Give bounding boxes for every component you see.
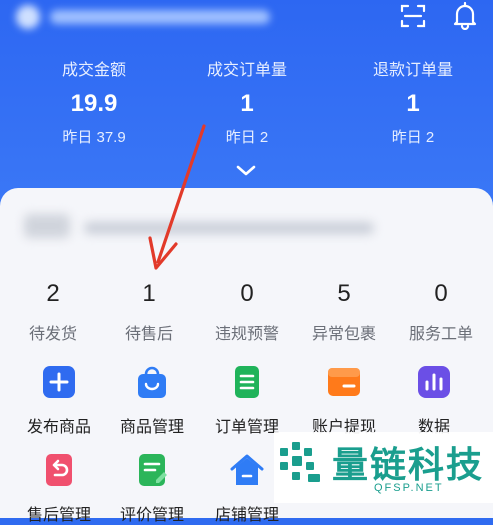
shop-icon <box>230 454 264 485</box>
watermark-domain: QFSP.NET <box>374 482 444 494</box>
stat-value: 1 <box>406 90 420 117</box>
stat-gmv[interactable]: 成交金额 19.9 昨日 37.9 <box>14 56 174 147</box>
order-count: 2 <box>46 280 60 307</box>
order-label: 违规预警 <box>214 326 279 343</box>
tool-review-management[interactable]: 评价管理 <box>102 452 202 525</box>
tool-publish-product[interactable]: 发布商品 <box>9 364 109 437</box>
order-icon <box>235 366 259 398</box>
order-label: 待售后 <box>124 326 173 343</box>
tool-account-withdraw[interactable]: 账户提现 <box>294 364 394 437</box>
stat-refunds[interactable]: 退款订单量 1 昨日 2 <box>333 56 493 147</box>
stat-orders[interactable]: 成交订单量 1 昨日 2 <box>167 56 327 147</box>
order-count: 1 <box>142 280 156 307</box>
bag-icon <box>138 366 166 398</box>
review-icon <box>139 454 167 486</box>
shop-name-placeholder <box>50 10 270 24</box>
wallet-icon <box>328 368 360 396</box>
watermark: 量链科技 QFSP.NET <box>274 432 493 503</box>
tool-label: 评价管理 <box>119 507 184 524</box>
tool-label: 商品管理 <box>119 419 184 436</box>
order-count: 5 <box>337 280 351 307</box>
order-status-item[interactable]: 0 违规预警 <box>197 280 297 344</box>
stat-label: 成交金额 <box>61 62 126 79</box>
tool-label: 发布商品 <box>26 419 91 436</box>
chart-icon <box>418 366 450 398</box>
shop-avatar <box>16 5 40 29</box>
stat-yesterday: 昨日 37.9 <box>62 129 126 146</box>
plus-icon <box>43 366 75 398</box>
notice-blurred <box>24 208 374 246</box>
shop-name-blurred <box>16 4 286 30</box>
order-count: 0 <box>434 280 448 307</box>
tool-data[interactable]: 数据 <box>384 364 484 437</box>
order-status-item[interactable]: 0 服务工单 <box>391 280 491 344</box>
stat-label: 成交订单量 <box>206 62 287 79</box>
sales-stats: 成交金额 19.9 昨日 37.9 成交订单量 1 昨日 2 退款订单量 1 昨… <box>0 56 493 156</box>
order-status-item[interactable]: 5 异常包裹 <box>294 280 394 344</box>
tool-label: 店铺管理 <box>214 507 279 524</box>
order-label: 异常包裹 <box>311 326 376 343</box>
bell-icon[interactable] <box>451 0 479 30</box>
header-panel: 成交金额 19.9 昨日 37.9 成交订单量 1 昨日 2 退款订单量 1 昨… <box>0 0 493 215</box>
chevron-down-icon[interactable] <box>235 164 257 178</box>
watermark-logo-icon <box>280 442 320 482</box>
order-status-item[interactable]: 1 待售后 <box>99 280 199 344</box>
return-icon <box>46 454 72 486</box>
watermark-brand: 量链科技 <box>332 444 485 485</box>
order-count: 0 <box>240 280 254 307</box>
stat-label: 退款订单量 <box>372 62 453 79</box>
order-label: 服务工单 <box>408 326 473 343</box>
order-status-item[interactable]: 2 待发货 <box>3 280 103 344</box>
stat-yesterday: 昨日 2 <box>391 129 435 146</box>
tool-label: 售后管理 <box>26 507 91 524</box>
scan-icon[interactable] <box>399 2 427 30</box>
stat-yesterday: 昨日 2 <box>225 129 269 146</box>
tool-order-management[interactable]: 订单管理 <box>197 364 297 437</box>
order-label: 待发货 <box>28 326 77 343</box>
stat-value: 1 <box>240 90 254 117</box>
tool-after-sales[interactable]: 售后管理 <box>9 452 109 525</box>
tool-product-management[interactable]: 商品管理 <box>102 364 202 437</box>
stat-value: 19.9 <box>70 90 118 117</box>
